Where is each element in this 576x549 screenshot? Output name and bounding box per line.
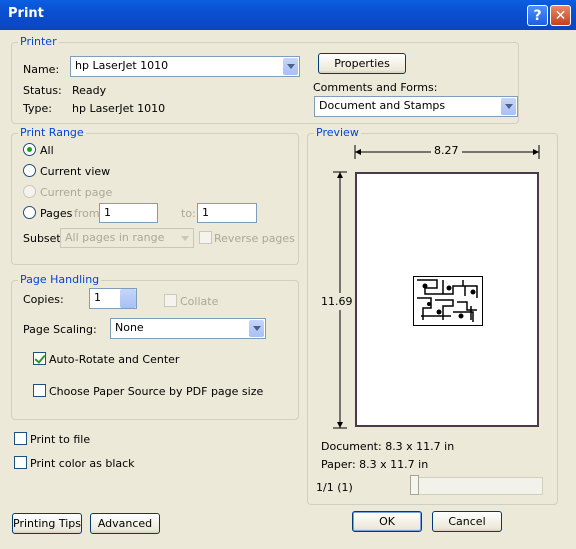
radio-pages[interactable] xyxy=(23,206,36,219)
radio-current-view[interactable] xyxy=(23,164,36,177)
copies-stepper[interactable] xyxy=(120,289,136,308)
preview-width: 8.27 xyxy=(431,144,462,157)
chevron-down-icon[interactable] xyxy=(249,320,264,337)
copies-label: Copies: xyxy=(23,293,64,306)
chevron-down-icon[interactable] xyxy=(283,58,298,75)
collate-label: Collate xyxy=(180,295,219,308)
printer-legend: Printer xyxy=(18,35,59,48)
subset-value: All pages in range xyxy=(65,231,165,244)
page-scaling-select[interactable]: None xyxy=(110,318,266,339)
print-dialog: Print ? ✕ Printer Name: hp LaserJet 1010… xyxy=(0,0,576,549)
preview-legend: Preview xyxy=(314,126,361,139)
page-slider-handle[interactable] xyxy=(410,475,419,495)
name-label: Name: xyxy=(23,63,60,76)
print-range-legend: Print Range xyxy=(18,126,86,139)
page-handling-legend: Page Handling xyxy=(18,273,102,286)
page-scaling-value: None xyxy=(115,321,144,334)
page-thumbnail-content xyxy=(413,276,483,326)
radio-current-page-label: Current page xyxy=(40,186,113,199)
status-label: Status: xyxy=(23,84,62,97)
choose-paper-checkbox[interactable] xyxy=(33,384,46,397)
to-label: to: xyxy=(181,207,196,220)
printing-tips-button[interactable]: Printing Tips xyxy=(12,513,82,534)
comments-forms-value: Document and Stamps xyxy=(319,99,446,112)
help-button[interactable]: ? xyxy=(527,5,548,26)
auto-rotate-checkbox[interactable] xyxy=(33,352,46,365)
paper-size: Paper: 8.3 x 11.7 in xyxy=(321,458,429,471)
document-size: Document: 8.3 x 11.7 in xyxy=(321,440,455,453)
preview-height: 11.69 xyxy=(321,293,353,310)
chevron-down-icon xyxy=(177,230,192,246)
print-color-black-label[interactable]: Print color as black xyxy=(30,457,135,470)
reverse-pages-label: Reverse pages xyxy=(214,232,295,245)
reverse-pages-checkbox xyxy=(199,231,212,244)
window-title: Print xyxy=(8,6,44,21)
subset-label: Subset: xyxy=(23,232,65,245)
comments-label: Comments and Forms: xyxy=(313,81,438,94)
collate-checkbox xyxy=(164,294,177,307)
print-to-file-label[interactable]: Print to file xyxy=(30,433,90,446)
auto-rotate-label[interactable]: Auto-Rotate and Center xyxy=(49,353,179,366)
pages-to-input[interactable]: 1 xyxy=(197,203,257,223)
radio-all[interactable] xyxy=(23,143,36,156)
page-slider[interactable] xyxy=(410,477,543,495)
print-to-file-checkbox[interactable] xyxy=(14,432,27,445)
cancel-button[interactable]: Cancel xyxy=(432,511,502,532)
printer-name-value: hp LaserJet 1010 xyxy=(75,59,169,72)
ok-button[interactable]: OK xyxy=(352,511,422,532)
close-button[interactable]: ✕ xyxy=(550,5,571,26)
type-value: hp LaserJet 1010 xyxy=(72,102,166,115)
choose-paper-label[interactable]: Choose Paper Source by PDF page size xyxy=(49,385,263,398)
title-bar[interactable]: Print ? ✕ xyxy=(0,0,576,30)
advanced-button[interactable]: Advanced xyxy=(90,513,160,534)
printer-name-select[interactable]: hp LaserJet 1010 xyxy=(70,56,300,77)
radio-pages-label[interactable]: Pages xyxy=(40,207,72,220)
status-value: Ready xyxy=(72,84,107,97)
page-preview xyxy=(355,172,539,427)
print-color-black-checkbox[interactable] xyxy=(14,456,27,469)
radio-current-page xyxy=(23,185,36,198)
pages-from-input[interactable]: 1 xyxy=(99,203,158,223)
radio-current-view-label[interactable]: Current view xyxy=(40,165,110,178)
radio-all-label[interactable]: All xyxy=(40,144,54,157)
page-indicator: 1/1 (1) xyxy=(316,481,353,494)
properties-button[interactable]: Properties xyxy=(318,53,406,74)
type-label: Type: xyxy=(23,102,52,115)
comments-forms-select[interactable]: Document and Stamps xyxy=(314,96,518,117)
chevron-down-icon[interactable] xyxy=(501,98,516,115)
subset-select: All pages in range xyxy=(60,228,194,248)
page-scaling-label: Page Scaling: xyxy=(23,323,97,336)
